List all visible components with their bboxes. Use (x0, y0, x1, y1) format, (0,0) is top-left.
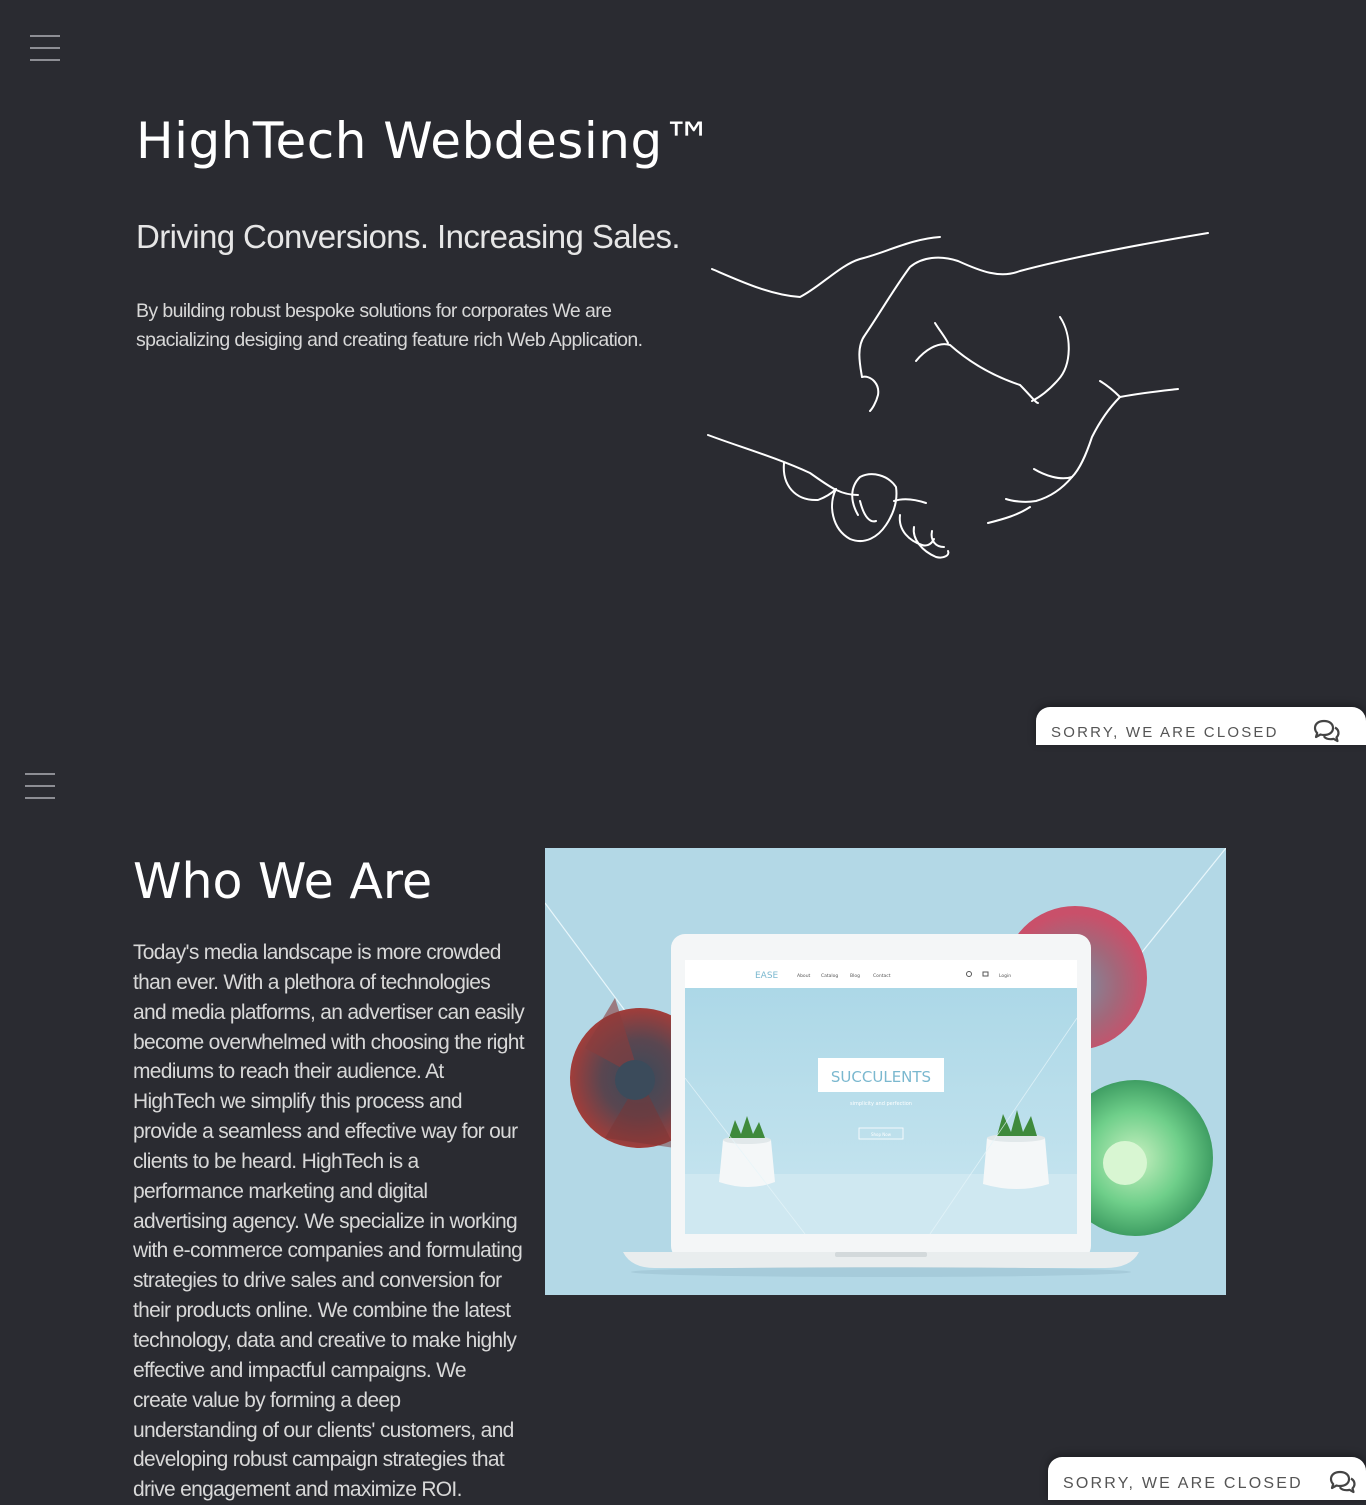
mockup-nav-catalog: Catalog (821, 973, 838, 979)
hero-title: HighTech Webdesing™ (136, 112, 714, 170)
chat-widget[interactable]: SORRY, WE ARE CLOSED (1036, 707, 1366, 745)
mockup-login: Login (999, 973, 1011, 979)
hero-tagline: Driving Conversions. Increasing Sales. (136, 218, 681, 255)
chat-status-label: SORRY, WE ARE CLOSED (1063, 1475, 1303, 1492)
chat-widget[interactable]: SORRY, WE ARE CLOSED (1048, 1457, 1366, 1500)
menu-icon[interactable] (30, 35, 60, 61)
mockup-nav-about: About (797, 973, 811, 979)
mockup-nav-blog: Blog (850, 973, 860, 979)
chat-bubbles-icon (1313, 719, 1340, 743)
chat-bubbles-icon (1329, 1470, 1356, 1494)
mockup-headline: SUCCULENTS (831, 1068, 931, 1086)
mockup-brand: EASE (755, 971, 779, 981)
menu-icon[interactable] (25, 773, 55, 799)
mockup-subline: simplicity and perfection (850, 1101, 912, 1107)
hero-description: By building robust bespoke solutions for… (136, 300, 643, 351)
chat-status-label: SORRY, WE ARE CLOSED (1051, 724, 1279, 741)
about-body: Today's media landscape is more crowded … (133, 941, 525, 1502)
handshake-illustration (707, 232, 1209, 559)
laptop-mockup-image: EASE About Catalog Blog Contact Login SU… (545, 848, 1226, 1295)
about-title: Who We Are (133, 853, 433, 910)
mockup-nav-contact: Contact (873, 973, 891, 979)
mockup-button: Shop Now (871, 1132, 892, 1137)
